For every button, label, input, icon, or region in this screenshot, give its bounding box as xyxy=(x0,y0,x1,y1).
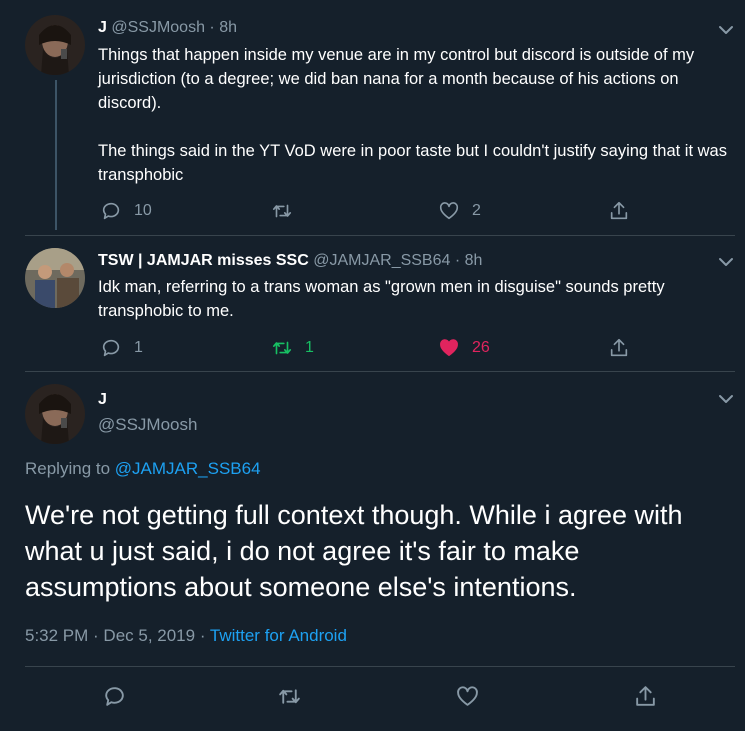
tweet-header: TSW | JAMJAR misses SSC @JAMJAR_SSB64 · … xyxy=(98,251,482,271)
reply-icon xyxy=(102,339,120,357)
like-button[interactable]: 2 xyxy=(438,199,481,223)
like-icon xyxy=(457,685,478,706)
user-handle[interactable]: @SSJMoosh xyxy=(98,415,197,434)
tweet-paragraph: The things said in the YT VoD were in po… xyxy=(98,142,727,184)
display-name[interactable]: J xyxy=(98,391,107,408)
chevron-down-icon[interactable] xyxy=(716,389,736,409)
share-button[interactable] xyxy=(633,684,658,708)
share-icon xyxy=(610,201,628,220)
retweet-count: 1 xyxy=(305,339,314,356)
tweet-header: J @SSJMoosh · 8h xyxy=(98,18,237,38)
like-count: 26 xyxy=(472,339,490,356)
retweet-button[interactable]: 1 xyxy=(271,336,314,360)
like-icon xyxy=(439,202,459,220)
replying-to-link[interactable]: @JAMJAR_SSB64 xyxy=(115,459,261,478)
like-button[interactable]: 26 xyxy=(438,336,490,360)
share-icon xyxy=(636,685,655,706)
thread-connector-line xyxy=(55,80,57,230)
reply-button[interactable]: 10 xyxy=(100,199,152,223)
retweet-icon xyxy=(272,204,292,218)
retweet-icon xyxy=(279,688,300,704)
like-count: 2 xyxy=(472,202,481,219)
reply-icon xyxy=(102,202,120,220)
user-handle[interactable]: @JAMJAR_SSB64 xyxy=(313,252,450,269)
tweet-text: Idk man, referring to a trans woman as "… xyxy=(98,278,665,320)
like-button[interactable] xyxy=(455,684,480,708)
share-icon xyxy=(610,338,628,357)
chevron-down-icon[interactable] xyxy=(716,20,736,40)
reply-count: 10 xyxy=(134,202,152,219)
main-tweet-handle: @SSJMoosh xyxy=(98,415,197,435)
main-tweet-name: J xyxy=(98,390,107,410)
display-name[interactable]: TSW | JAMJAR misses SSC xyxy=(98,252,309,269)
share-button[interactable] xyxy=(608,199,630,223)
replying-to: Replying to @JAMJAR_SSB64 xyxy=(25,459,261,479)
avatar[interactable] xyxy=(25,15,85,75)
share-button[interactable] xyxy=(608,336,630,360)
tweet-date[interactable]: 5:32 PM · Dec 5, 2019 · xyxy=(25,626,205,645)
main-tweet-text: We're not getting full context though. W… xyxy=(25,500,683,602)
tweet-time[interactable]: · 8h xyxy=(209,19,237,36)
tweet-timestamp: 5:32 PM · Dec 5, 2019 · Twitter for Andr… xyxy=(25,626,347,646)
retweet-button[interactable] xyxy=(277,684,302,708)
tweet-time[interactable]: · 8h xyxy=(455,252,483,269)
tweet-text: Things that happen inside my venue are i… xyxy=(98,43,728,187)
replying-to-label: Replying to xyxy=(25,459,111,478)
retweet-button[interactable] xyxy=(271,199,305,223)
reply-button[interactable] xyxy=(102,684,127,708)
divider xyxy=(25,666,735,667)
divider xyxy=(25,235,735,236)
reply-icon xyxy=(105,686,124,706)
tweet-source[interactable]: Twitter for Android xyxy=(210,626,347,645)
avatar[interactable] xyxy=(25,384,85,444)
chevron-down-icon[interactable] xyxy=(716,252,736,272)
divider xyxy=(25,371,735,372)
avatar[interactable] xyxy=(25,248,85,308)
tweet-paragraph: Things that happen inside my venue are i… xyxy=(98,46,695,112)
reply-count: 1 xyxy=(134,339,143,356)
like-icon xyxy=(440,339,458,357)
user-handle[interactable]: @SSJMoosh xyxy=(111,19,205,36)
retweet-icon xyxy=(272,341,292,355)
display-name[interactable]: J xyxy=(98,19,107,36)
reply-button[interactable]: 1 xyxy=(100,336,143,360)
